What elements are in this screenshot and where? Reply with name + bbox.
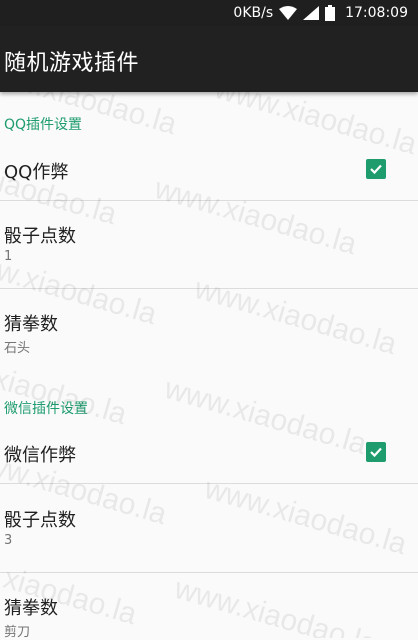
divider [0, 572, 418, 573]
battery-icon [325, 5, 336, 21]
wechat-section-header: 微信插件设置 [4, 401, 88, 417]
qq-cheat-label: QQ作弊 [4, 162, 69, 183]
divider [0, 483, 418, 484]
qq-dice-value: 1 [4, 249, 13, 264]
qq-cheat-checkbox[interactable] [366, 159, 386, 179]
clock: 17:08:09 [345, 5, 408, 21]
check-icon [370, 447, 382, 458]
wechat-dice-label: 骰子点数 [4, 510, 76, 531]
app-bar: 随机游戏插件 [0, 26, 418, 92]
wechat-rps-label: 猜拳数 [4, 598, 58, 619]
divider [0, 288, 418, 289]
wechat-rps-value: 剪刀 [4, 625, 31, 640]
check-icon [370, 164, 382, 175]
wechat-cheat-checkbox[interactable] [366, 442, 386, 462]
status-bar: 0KB/s 17:08:09 [0, 0, 418, 26]
wechat-dice-value: 3 [4, 533, 13, 548]
wifi-icon [279, 6, 298, 20]
network-speed: 0KB/s [233, 5, 274, 21]
preferences-list: QQ插件设置 QQ作弊 骰子点数 1 猜拳数 石头 微信插件设置 微信作弊 骰子… [0, 92, 418, 640]
qq-rps-label: 猜拳数 [4, 314, 58, 335]
qq-dice-label: 骰子点数 [4, 226, 76, 247]
cellular-signal-icon [303, 6, 320, 20]
qq-rps-value: 石头 [4, 341, 31, 356]
app-title: 随机游戏插件 [4, 51, 140, 76]
divider [0, 200, 418, 201]
wechat-cheat-label: 微信作弊 [4, 445, 76, 466]
qq-section-header: QQ插件设置 [4, 117, 83, 133]
